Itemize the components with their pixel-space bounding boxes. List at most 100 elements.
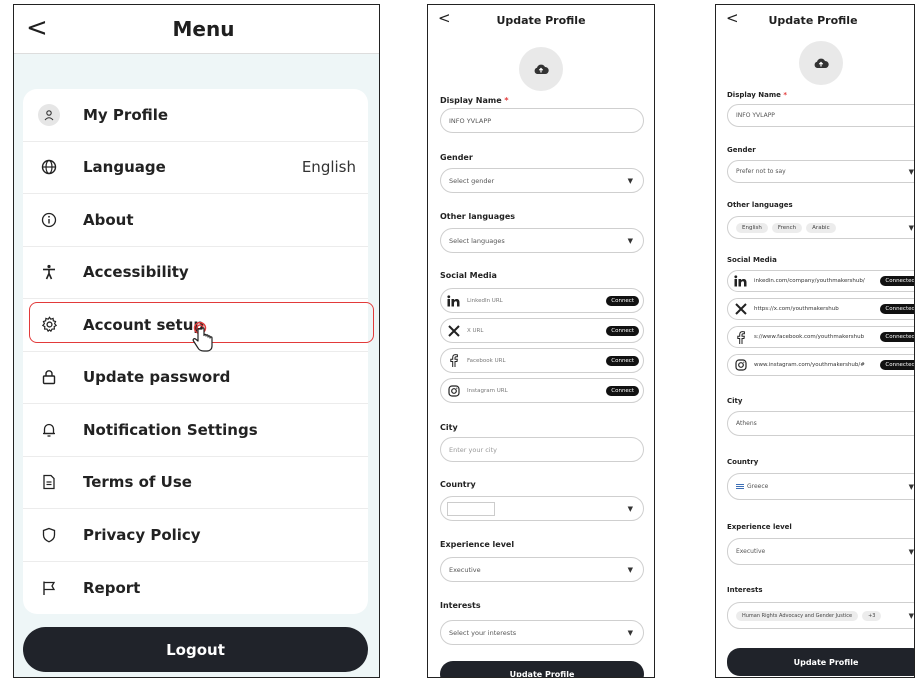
logout-button[interactable]: Logout — [23, 627, 368, 672]
language-value: English — [301, 158, 356, 177]
interests-select[interactable]: Human Rights Advocacy and Gender Justice… — [727, 602, 914, 629]
display-name-field[interactable]: INFO YVLAPP — [440, 108, 644, 133]
avatar-upload-button[interactable] — [519, 47, 563, 91]
connect-button[interactable]: Connect — [606, 385, 639, 396]
display-name-field[interactable]: INFO YVLAPP — [727, 104, 914, 127]
accessibility-icon — [37, 260, 61, 284]
gender-label: Gender — [440, 153, 473, 162]
more-interests-badge[interactable]: +3 — [862, 610, 882, 621]
bell-icon — [37, 418, 61, 442]
update-profile-button[interactable]: Update Profile — [440, 661, 644, 677]
chevron-down-icon: ▼ — [627, 176, 633, 185]
facebook-field[interactable]: s://www.facebook.com/youthmakershub Conn… — [727, 326, 914, 348]
menu-item-report[interactable]: Report — [23, 562, 368, 615]
x-icon — [447, 324, 461, 338]
page-title: Update Profile — [496, 13, 586, 27]
menu-item-label: Privacy Policy — [83, 525, 201, 544]
city-input[interactable]: Athens — [727, 411, 914, 436]
person-icon — [37, 103, 61, 127]
experience-level-label: Experience level — [727, 523, 792, 531]
linkedin-field[interactable]: inkedin.com/company/youthmakershub/ Conn… — [727, 270, 914, 292]
chevron-down-icon: ▼ — [908, 547, 914, 556]
connected-button[interactable]: Connected — [880, 332, 914, 342]
gender-select[interactable]: Select gender ▼ — [440, 168, 644, 193]
cloud-upload-icon — [814, 58, 829, 68]
menu-item-label: Language — [83, 158, 166, 177]
linkedin-field[interactable]: LinkedIn URL Connect — [440, 288, 644, 313]
interests-label: Interests — [440, 601, 481, 610]
connected-button[interactable]: Connected — [880, 304, 914, 314]
facebook-field[interactable]: Facebook URL Connect — [440, 348, 644, 373]
country-select[interactable]: ▼ — [440, 496, 644, 521]
menu-item-my-profile[interactable]: My Profile — [23, 89, 368, 142]
cloud-upload-icon — [534, 64, 549, 74]
page-title: Menu — [172, 17, 235, 41]
update-profile-button[interactable]: Update Profile — [727, 648, 914, 676]
experience-level-label: Experience level — [440, 540, 515, 549]
globe-icon — [37, 155, 61, 179]
chevron-down-icon: ▼ — [627, 504, 633, 513]
instagram-field[interactable]: Instagram URL Connect — [440, 378, 644, 403]
shield-icon — [37, 523, 61, 547]
language-chip[interactable]: English — [736, 222, 768, 233]
connected-button[interactable]: Connected — [880, 360, 914, 370]
languages-select[interactable]: Select languages ▼ — [440, 228, 644, 253]
city-label: City — [727, 397, 743, 405]
display-name-label: Display Name * — [440, 96, 509, 105]
language-chip[interactable]: French — [771, 222, 803, 233]
menu-item-accessibility[interactable]: Accessibility — [23, 247, 368, 299]
back-button[interactable]: < — [438, 9, 451, 27]
menu-item-label: Update password — [83, 368, 231, 387]
back-button[interactable]: < — [726, 9, 739, 27]
experience-select[interactable]: Executive ▼ — [440, 557, 644, 582]
profile-header: < Update Profile — [428, 5, 654, 35]
social-media-label: Social Media — [727, 256, 777, 264]
x-field[interactable]: X URL Connect — [440, 318, 644, 343]
country-select[interactable]: Greece ▼ — [727, 473, 914, 500]
menu-item-language[interactable]: Language English — [23, 142, 368, 194]
menu-item-privacy-policy[interactable]: Privacy Policy — [23, 509, 368, 562]
connect-button[interactable]: Connect — [606, 355, 639, 366]
profile-header: < Update Profile — [716, 5, 914, 35]
connect-button[interactable]: Connect — [606, 295, 639, 306]
menu-item-about[interactable]: About — [23, 194, 368, 247]
chevron-down-icon: ▼ — [908, 482, 914, 491]
experience-select[interactable]: Executive ▼ — [727, 538, 914, 565]
instagram-field[interactable]: www.instagram.com/youthmakershub/# Conne… — [727, 354, 914, 376]
page-title: Update Profile — [768, 13, 858, 27]
menu-item-terms-of-use[interactable]: Terms of Use — [23, 457, 368, 509]
lock-icon — [37, 365, 61, 389]
menu-item-label: About — [83, 210, 134, 229]
social-media-label: Social Media — [440, 271, 497, 280]
interests-label: Interests — [727, 586, 763, 594]
flag-icon — [37, 576, 61, 600]
language-chip[interactable]: Arabic — [806, 222, 836, 233]
menu-item-notification-settings[interactable]: Notification Settings — [23, 404, 368, 457]
tap-cursor-icon — [189, 321, 217, 360]
back-button[interactable]: < — [26, 11, 48, 45]
avatar-upload-button[interactable] — [799, 41, 843, 85]
other-languages-label: Other languages — [440, 212, 516, 221]
chevron-down-icon: ▼ — [908, 611, 914, 620]
other-languages-label: Other languages — [727, 201, 793, 209]
chevron-down-icon: ▼ — [627, 628, 633, 637]
city-input[interactable]: Enter your city — [440, 437, 644, 462]
info-icon — [37, 208, 61, 232]
instagram-icon — [734, 358, 748, 372]
menu-item-label: My Profile — [83, 105, 169, 124]
connected-button[interactable]: Connected — [880, 276, 914, 286]
connect-button[interactable]: Connect — [606, 325, 639, 336]
chevron-down-icon: ▼ — [627, 236, 633, 245]
greece-flag-icon — [736, 484, 744, 489]
languages-select[interactable]: English French Arabic ▼ — [727, 216, 914, 239]
gender-label: Gender — [727, 146, 756, 154]
country-label: Country — [727, 458, 759, 466]
update-profile-screen-filled: < Update Profile Display Name * INFO YVL… — [715, 4, 915, 678]
menu-item-label: Report — [83, 578, 141, 597]
chevron-down-icon: ▼ — [908, 167, 914, 176]
interest-chip[interactable]: Human Rights Advocacy and Gender Justice — [736, 610, 859, 621]
document-icon — [37, 470, 61, 494]
gender-select[interactable]: Prefer not to say ▼ — [727, 160, 914, 183]
interests-select[interactable]: Select your interests ▼ — [440, 620, 644, 645]
x-field[interactable]: https://x.com/youthmakershub Connected — [727, 298, 914, 320]
